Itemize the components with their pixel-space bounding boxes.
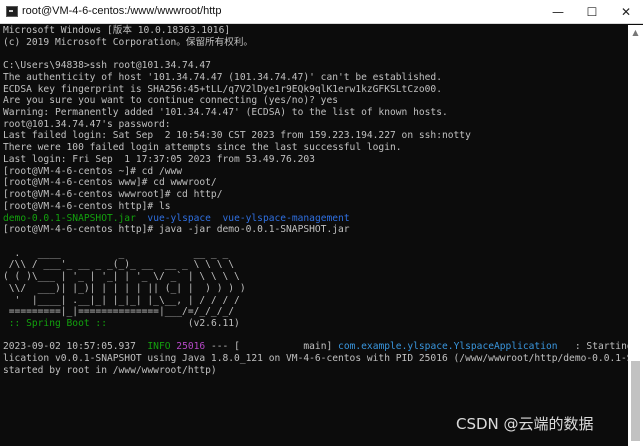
- terminal-line: Microsoft Windows [版本 10.0.18363.1016]: [3, 25, 628, 37]
- terminal-text-segment: started by root in /www/wwwroot/http): [3, 364, 217, 376]
- terminal-text-segment: 25016: [176, 341, 206, 353]
- terminal-line: [root@VM-4-6-centos wwwroot]# cd http/: [3, 189, 628, 201]
- terminal-line: [root@VM-4-6-centos www]# cd wwwroot/: [3, 177, 628, 189]
- title-bar[interactable]: root@VM-4-6-centos:/www/wwwroot/http — ☐…: [0, 0, 643, 24]
- window-title: root@VM-4-6-centos:/www/wwwroot/http: [22, 5, 222, 17]
- terminal-line: demo-0.0.1-SNAPSHOT.jar vue-ylspace vue-…: [3, 213, 628, 225]
- terminal-line: C:\Users\94838>ssh root@101.34.74.47: [3, 60, 628, 72]
- terminal-text-segment: ' |____| .__|_| |_|_| |_\__, | / / / /: [3, 294, 240, 306]
- watermark-text: CSDN @云端的数据: [456, 415, 594, 433]
- terminal-line: [root@VM-4-6-centos http]# java -jar dem…: [3, 224, 628, 236]
- terminal-text-segment: vue-ylspace-management: [222, 212, 350, 224]
- terminal-text-segment: :: Spring Boot ::: [3, 317, 113, 329]
- terminal-line: 2023-09-02 10:57:05.937 INFO 25016 --- […: [3, 341, 643, 353]
- terminal-line: Warning: Permanently added '101.34.74.47…: [3, 107, 628, 119]
- terminal-text-segment: Warning: Permanently added '101.34.74.47…: [3, 107, 448, 119]
- terminal-text-segment: There were 100 failed login attempts sin…: [3, 142, 402, 154]
- terminal-text-segment: =========|_|==============|___/=/_/_/_/: [3, 306, 235, 318]
- terminal-line: :: Spring Boot :: (v2.6.11): [3, 318, 628, 330]
- terminal-text-segment: ( ( )\___ | '_ | '_| | '_ \/ _` | \ \ \ …: [3, 271, 240, 283]
- terminal-line: [root@VM-4-6-centos ~]# cd /www: [3, 166, 628, 178]
- terminal-line: . ____ _ __ _ _: [3, 248, 628, 260]
- terminal-text-segment: (v2.6.11): [112, 317, 240, 329]
- scroll-thumb[interactable]: [631, 361, 640, 441]
- terminal-line: =========|_|==============|___/=/_/_/_/: [3, 306, 628, 318]
- terminal-line: (c) 2019 Microsoft Corporation。保留所有权利。: [3, 37, 628, 49]
- terminal-text-segment: Are you sure you want to continue connec…: [3, 95, 339, 107]
- terminal-line: There were 100 failed login attempts sin…: [3, 142, 628, 154]
- terminal-text-segment: . ____ _ __ _ _: [3, 247, 229, 259]
- terminal-text-segment: INFO: [147, 341, 171, 353]
- terminal-line: ( ( )\___ | '_ | '_| | '_ \/ _` | \ \ \ …: [3, 271, 628, 283]
- terminal-line: /\\ / ___'_ __ _ _(_)_ __ __ _ \ \ \ \: [3, 259, 628, 271]
- terminal-text-segment: The authenticity of host '101.34.74.47 (…: [3, 71, 442, 83]
- terminal-line: \\/ ___)| |_)| | | | | || (_| | ) ) ) ): [3, 283, 628, 295]
- terminal-text-segment: [root@VM-4-6-centos ~]# cd /www: [3, 165, 183, 177]
- terminal-text-segment: Last failed login: Sat Sep 2 10:54:30 CS…: [3, 130, 471, 142]
- terminal-line: started by root in /www/wwwroot/http): [3, 365, 628, 377]
- terminal-line: The authenticity of host '101.34.74.47 (…: [3, 72, 628, 84]
- terminal-text-segment: C:\Users\94838>ssh root@101.34.74.47: [3, 60, 211, 72]
- terminal-window: root@VM-4-6-centos:/www/wwwroot/http — ☐…: [0, 0, 643, 446]
- terminal-app-icon: [6, 6, 18, 17]
- terminal-line: Are you sure you want to continue connec…: [3, 95, 628, 107]
- terminal-text-segment: com.example.ylspace.YlspaceApplication: [338, 341, 558, 353]
- terminal-text-segment: Last login: Fri Sep 1 17:37:05 2023 from…: [3, 153, 315, 165]
- terminal-text-segment: (c) 2019 Microsoft Corporation。保留所有权利。: [3, 36, 254, 48]
- close-button[interactable]: ✕: [609, 0, 643, 24]
- scroll-up-arrow-icon[interactable]: ▲: [628, 25, 643, 39]
- vertical-scrollbar[interactable]: ▲: [628, 25, 643, 446]
- terminal-text-segment: --- [ main]: [205, 341, 339, 353]
- terminal-line: root@101.34.74.47's password:: [3, 119, 628, 131]
- terminal-text-segment: demo-0.0.1-SNAPSHOT.jar: [3, 212, 136, 224]
- terminal-text-segment: root@101.34.74.47's password:: [3, 118, 171, 130]
- terminal-line: Last login: Fri Sep 1 17:37:05 2023 from…: [3, 154, 628, 166]
- terminal-text-segment: [root@VM-4-6-centos http]# ls: [3, 200, 171, 212]
- terminal-text-segment: [root@VM-4-6-centos http]# java -jar dem…: [3, 224, 350, 236]
- terminal-text-segment: \\/ ___)| |_)| | | | | || (_| | ) ) ) ): [3, 282, 246, 294]
- terminal-line: ' |____| .__|_| |_|_| |_\__, | / / / /: [3, 295, 628, 307]
- terminal-line: [root@VM-4-6-centos http]# ls: [3, 201, 628, 213]
- terminal-text-segment: vue-ylspace: [147, 212, 211, 224]
- terminal-text-segment: [root@VM-4-6-centos wwwroot]# cd http/: [3, 189, 223, 201]
- terminal-line: lication v0.0.1-SNAPSHOT using Java 1.8.…: [3, 353, 643, 365]
- terminal-line: ECDSA key fingerprint is SHA256:45+tLL/q…: [3, 84, 628, 96]
- terminal-text-segment: [root@VM-4-6-centos www]# cd wwwroot/: [3, 177, 217, 189]
- terminal-text-segment: Microsoft Windows [版本 10.0.18363.1016]: [3, 25, 231, 36]
- terminal-output[interactable]: Microsoft Windows [版本 10.0.18363.1016] (c…: [3, 25, 643, 446]
- terminal-line: Last failed login: Sat Sep 2 10:54:30 CS…: [3, 130, 628, 142]
- terminal-text-segment: /\\ / ___'_ __ _ _(_)_ __ __ _ \ \ \ \: [3, 259, 235, 271]
- terminal-text-segment: ECDSA key fingerprint is SHA256:45+tLL/q…: [3, 83, 442, 95]
- maximize-button[interactable]: ☐: [575, 0, 609, 24]
- terminal-text-segment: lication v0.0.1-SNAPSHOT using Java 1.8.…: [3, 353, 643, 365]
- terminal-text-segment: 2023-09-02 10:57:05.937: [3, 341, 148, 353]
- minimize-button[interactable]: —: [541, 0, 575, 24]
